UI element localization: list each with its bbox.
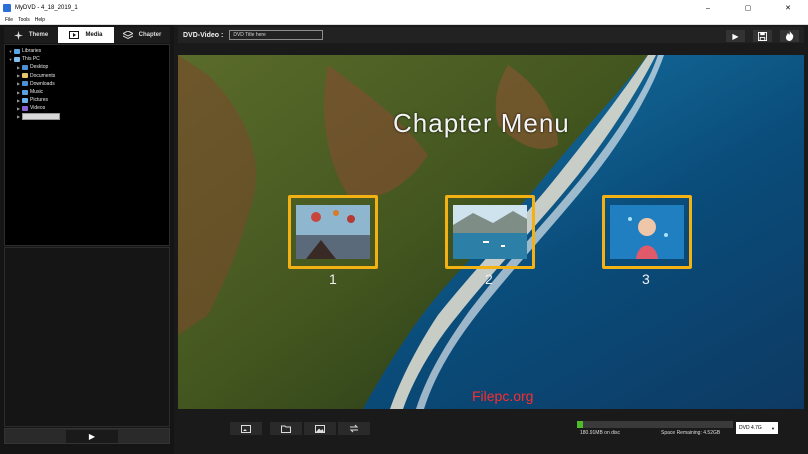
- folder-icon: [22, 73, 28, 79]
- tree-node-music[interactable]: ▶ Music: [5, 88, 169, 96]
- minimize-button[interactable]: –: [688, 0, 728, 16]
- disc-size-value: DVD 4.7G: [739, 425, 762, 431]
- chapter-thumbnail-1[interactable]: [288, 195, 378, 269]
- tree-node-pictures[interactable]: ▶ Pictures: [5, 96, 169, 104]
- collapse-arrow-icon[interactable]: ▶: [15, 98, 22, 103]
- disc-usage-fill: [577, 421, 584, 428]
- menu-bar: File Tools Help: [0, 16, 808, 25]
- tab-media[interactable]: Media: [58, 27, 114, 43]
- collapse-arrow-icon[interactable]: ▶: [15, 81, 22, 86]
- media-preview: [4, 247, 170, 427]
- expand-arrow-icon[interactable]: ▼: [7, 49, 14, 54]
- save-icon: [758, 31, 767, 41]
- editor-pane: DVD-Video : DVD Title here ▶ Chapter Men…: [174, 25, 808, 454]
- add-image-button[interactable]: [304, 422, 336, 435]
- chapter-thumbnail-3[interactable]: [602, 195, 692, 269]
- dvd-title-bar: DVD-Video : DVD Title here ▶: [178, 27, 804, 43]
- tab-chapter[interactable]: Chapter: [114, 27, 170, 43]
- close-button[interactable]: ✕: [768, 0, 808, 16]
- tree-label: Downloads: [30, 80, 55, 87]
- tree-label: Videos: [30, 105, 46, 112]
- space-used-text: 180.91MB on disc: [580, 430, 621, 436]
- window-title: MyDVD - 4_18_2019_1: [15, 5, 78, 11]
- desktop-icon: [22, 64, 28, 70]
- maximize-button[interactable]: ▢: [728, 0, 768, 16]
- collapse-arrow-icon[interactable]: ▶: [15, 114, 22, 119]
- menu-file[interactable]: File: [5, 17, 13, 23]
- preview-play-button[interactable]: ▶: [66, 430, 118, 443]
- space-remaining-text: Space Remaining: 4.52GB: [661, 430, 721, 436]
- swap-arrows-icon: [349, 424, 359, 433]
- theme-icon: [13, 30, 23, 40]
- watermark-text: Filepc.org: [472, 388, 534, 404]
- tree-node-libraries[interactable]: ▼ Libraries: [5, 47, 169, 55]
- dvd-video-label: DVD-Video :: [183, 31, 224, 39]
- chapter-number-1: 1: [329, 271, 337, 287]
- save-button[interactable]: [753, 30, 772, 42]
- tree-node-desktop[interactable]: ▶ Desktop: [5, 63, 169, 71]
- chapter-number-3: 3: [642, 271, 650, 287]
- tree-node-documents[interactable]: ▶ Documents: [5, 72, 169, 80]
- menu-help[interactable]: Help: [35, 17, 45, 23]
- preview-controls: ▶: [4, 428, 170, 444]
- videos-folder-icon: [22, 105, 28, 111]
- tree-label: Libraries: [22, 48, 42, 55]
- picture-icon: [315, 424, 325, 433]
- flame-icon: [785, 31, 794, 41]
- tab-chapter-label: Chapter: [138, 32, 162, 38]
- chapter-2-image: [453, 205, 527, 259]
- menu-preview-canvas[interactable]: Chapter Menu 1 2 3 Filepc.org: [178, 55, 804, 409]
- left-tabs: Theme Media Chapter: [4, 27, 170, 43]
- play-icon: ▶: [732, 31, 739, 41]
- disc-size-select[interactable]: DVD 4.7G ▼: [736, 422, 778, 434]
- collapse-arrow-icon[interactable]: ▶: [15, 106, 22, 111]
- tree-node-videos[interactable]: ▶ Videos: [5, 104, 169, 112]
- collapse-arrow-icon[interactable]: ▶: [15, 73, 22, 78]
- burn-button[interactable]: [780, 30, 799, 42]
- menu-tools[interactable]: Tools: [18, 17, 30, 23]
- tab-media-label: Media: [85, 32, 103, 38]
- chapter-3-image: [610, 205, 684, 259]
- computer-icon: [14, 56, 20, 62]
- tree-node-downloads[interactable]: ▶ Downloads: [5, 80, 169, 88]
- chapter-number-2: 2: [485, 271, 493, 287]
- collapse-arrow-icon[interactable]: ▶: [15, 90, 22, 95]
- tree-node-drive[interactable]: ▶: [5, 113, 169, 121]
- replace-button[interactable]: [338, 422, 370, 435]
- chevron-down-icon: ▼: [771, 425, 775, 431]
- media-icon: [69, 31, 80, 39]
- libraries-icon: [14, 48, 20, 54]
- tree-label: Music: [30, 89, 44, 96]
- chapter-1-image: [296, 205, 370, 259]
- dvd-title-input[interactable]: DVD Title here: [229, 30, 324, 40]
- layers-icon: [122, 30, 133, 39]
- app-icon: [3, 4, 11, 12]
- add-folder-button[interactable]: [270, 422, 302, 435]
- add-background-button[interactable]: [230, 422, 262, 435]
- expand-arrow-icon[interactable]: ▼: [7, 57, 14, 62]
- collapse-arrow-icon[interactable]: ▶: [15, 65, 22, 70]
- folder-add-icon: [281, 425, 291, 433]
- tree-label: This PC: [22, 56, 40, 63]
- tree-label: Documents: [30, 72, 56, 79]
- bottom-toolbar: 180.91MB on disc Space Remaining: 4.52GB…: [174, 414, 808, 454]
- tab-theme-label: Theme: [28, 32, 49, 38]
- drive-selected-item[interactable]: [22, 113, 60, 121]
- chapter-thumbnail-2[interactable]: [445, 195, 535, 269]
- music-folder-icon: [22, 89, 28, 95]
- play-preview-button[interactable]: ▶: [726, 30, 745, 42]
- pictures-folder-icon: [22, 97, 28, 103]
- tree-node-this-pc[interactable]: ▼ This PC: [5, 55, 169, 63]
- tree-label: Desktop: [30, 64, 49, 71]
- file-tree[interactable]: ▼ Libraries ▼ This PC ▶ Desktop ▶ Docume…: [4, 44, 170, 246]
- title-bar: MyDVD - 4_18_2019_1: [0, 0, 808, 16]
- tree-label: Pictures: [30, 97, 49, 104]
- disc-usage-meter: [577, 421, 733, 428]
- tab-theme[interactable]: Theme: [4, 27, 58, 43]
- chapter-menu-title[interactable]: Chapter Menu: [393, 108, 570, 139]
- image-frame-icon: [241, 424, 251, 433]
- left-pane: Theme Media Chapter ▼ Libraries ▼ This P…: [0, 25, 174, 454]
- download-folder-icon: [22, 81, 28, 87]
